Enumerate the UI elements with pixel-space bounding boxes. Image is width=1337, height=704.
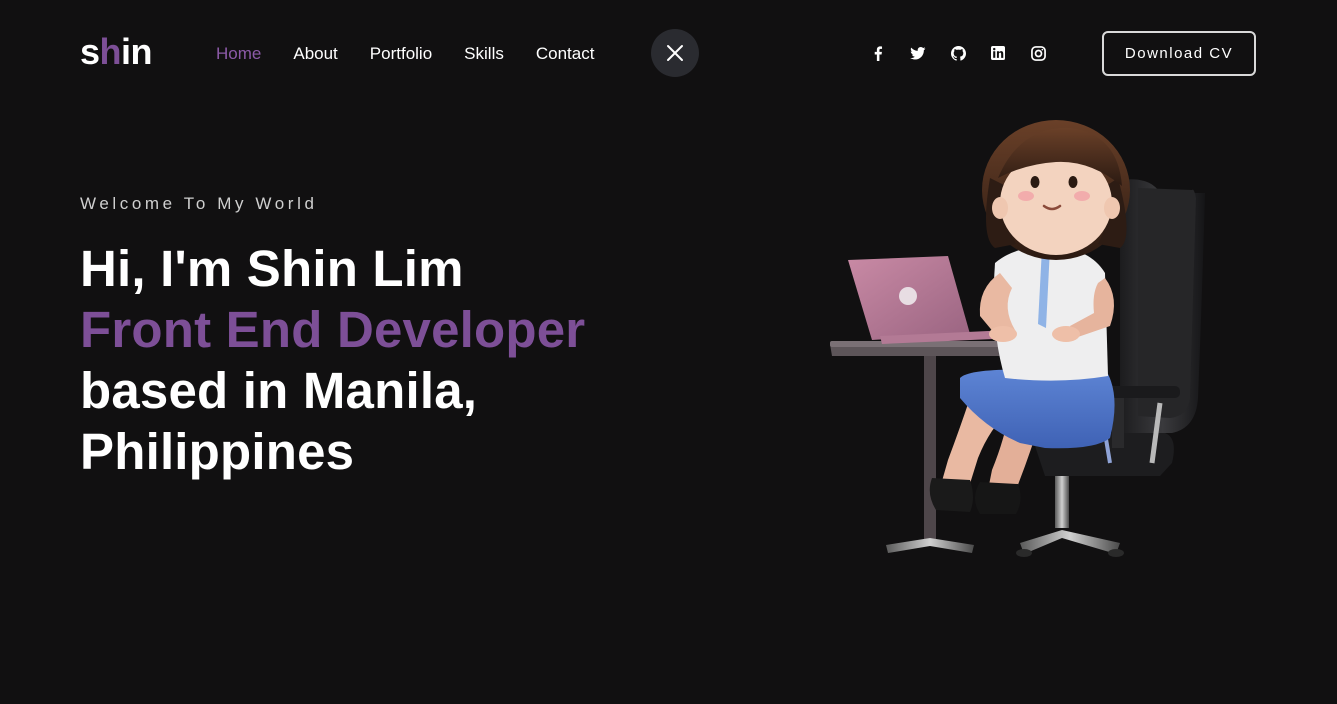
close-menu-button[interactable] bbox=[651, 29, 699, 77]
hero-location-line2: Philippines bbox=[80, 423, 355, 480]
logo-text-part3: in bbox=[121, 31, 153, 72]
twitter-link[interactable] bbox=[910, 45, 926, 61]
logo-text-part1: s bbox=[80, 31, 100, 72]
nav-home[interactable]: Home bbox=[216, 44, 261, 64]
close-icon bbox=[667, 45, 683, 61]
logo-text-accent: h bbox=[99, 31, 122, 72]
hero-headline: Hi, I'm Shin Lim Front End Developer bas… bbox=[80, 238, 700, 482]
github-icon bbox=[950, 45, 966, 61]
download-cv-button[interactable]: Download CV bbox=[1102, 31, 1256, 76]
hero-illustration bbox=[830, 120, 1205, 557]
facebook-link[interactable] bbox=[870, 45, 886, 61]
twitter-icon bbox=[910, 46, 926, 59]
nav-portfolio[interactable]: Portfolio bbox=[370, 44, 432, 64]
logo[interactable]: shin bbox=[80, 31, 153, 72]
social-links bbox=[870, 45, 1046, 61]
linkedin-link[interactable] bbox=[990, 45, 1006, 61]
nav-skills[interactable]: Skills bbox=[464, 44, 504, 64]
instagram-link[interactable] bbox=[1030, 45, 1046, 61]
instagram-icon bbox=[1030, 45, 1046, 61]
nav-contact[interactable]: Contact bbox=[536, 44, 595, 64]
facebook-icon bbox=[874, 45, 883, 61]
page: shin Home About Portfolio Skills Contact bbox=[0, 0, 1337, 704]
hero-greeting: Hi, I'm Shin Lim bbox=[80, 240, 464, 297]
hero-role: Front End Developer bbox=[80, 301, 586, 358]
welcome-text: Welcome To My World bbox=[80, 194, 318, 213]
nav-about[interactable]: About bbox=[293, 44, 337, 64]
github-link[interactable] bbox=[950, 45, 966, 61]
linkedin-icon bbox=[991, 46, 1005, 60]
hero-location-line1: based in Manila, bbox=[80, 362, 478, 419]
main-nav: Home About Portfolio Skills Contact bbox=[216, 44, 594, 64]
